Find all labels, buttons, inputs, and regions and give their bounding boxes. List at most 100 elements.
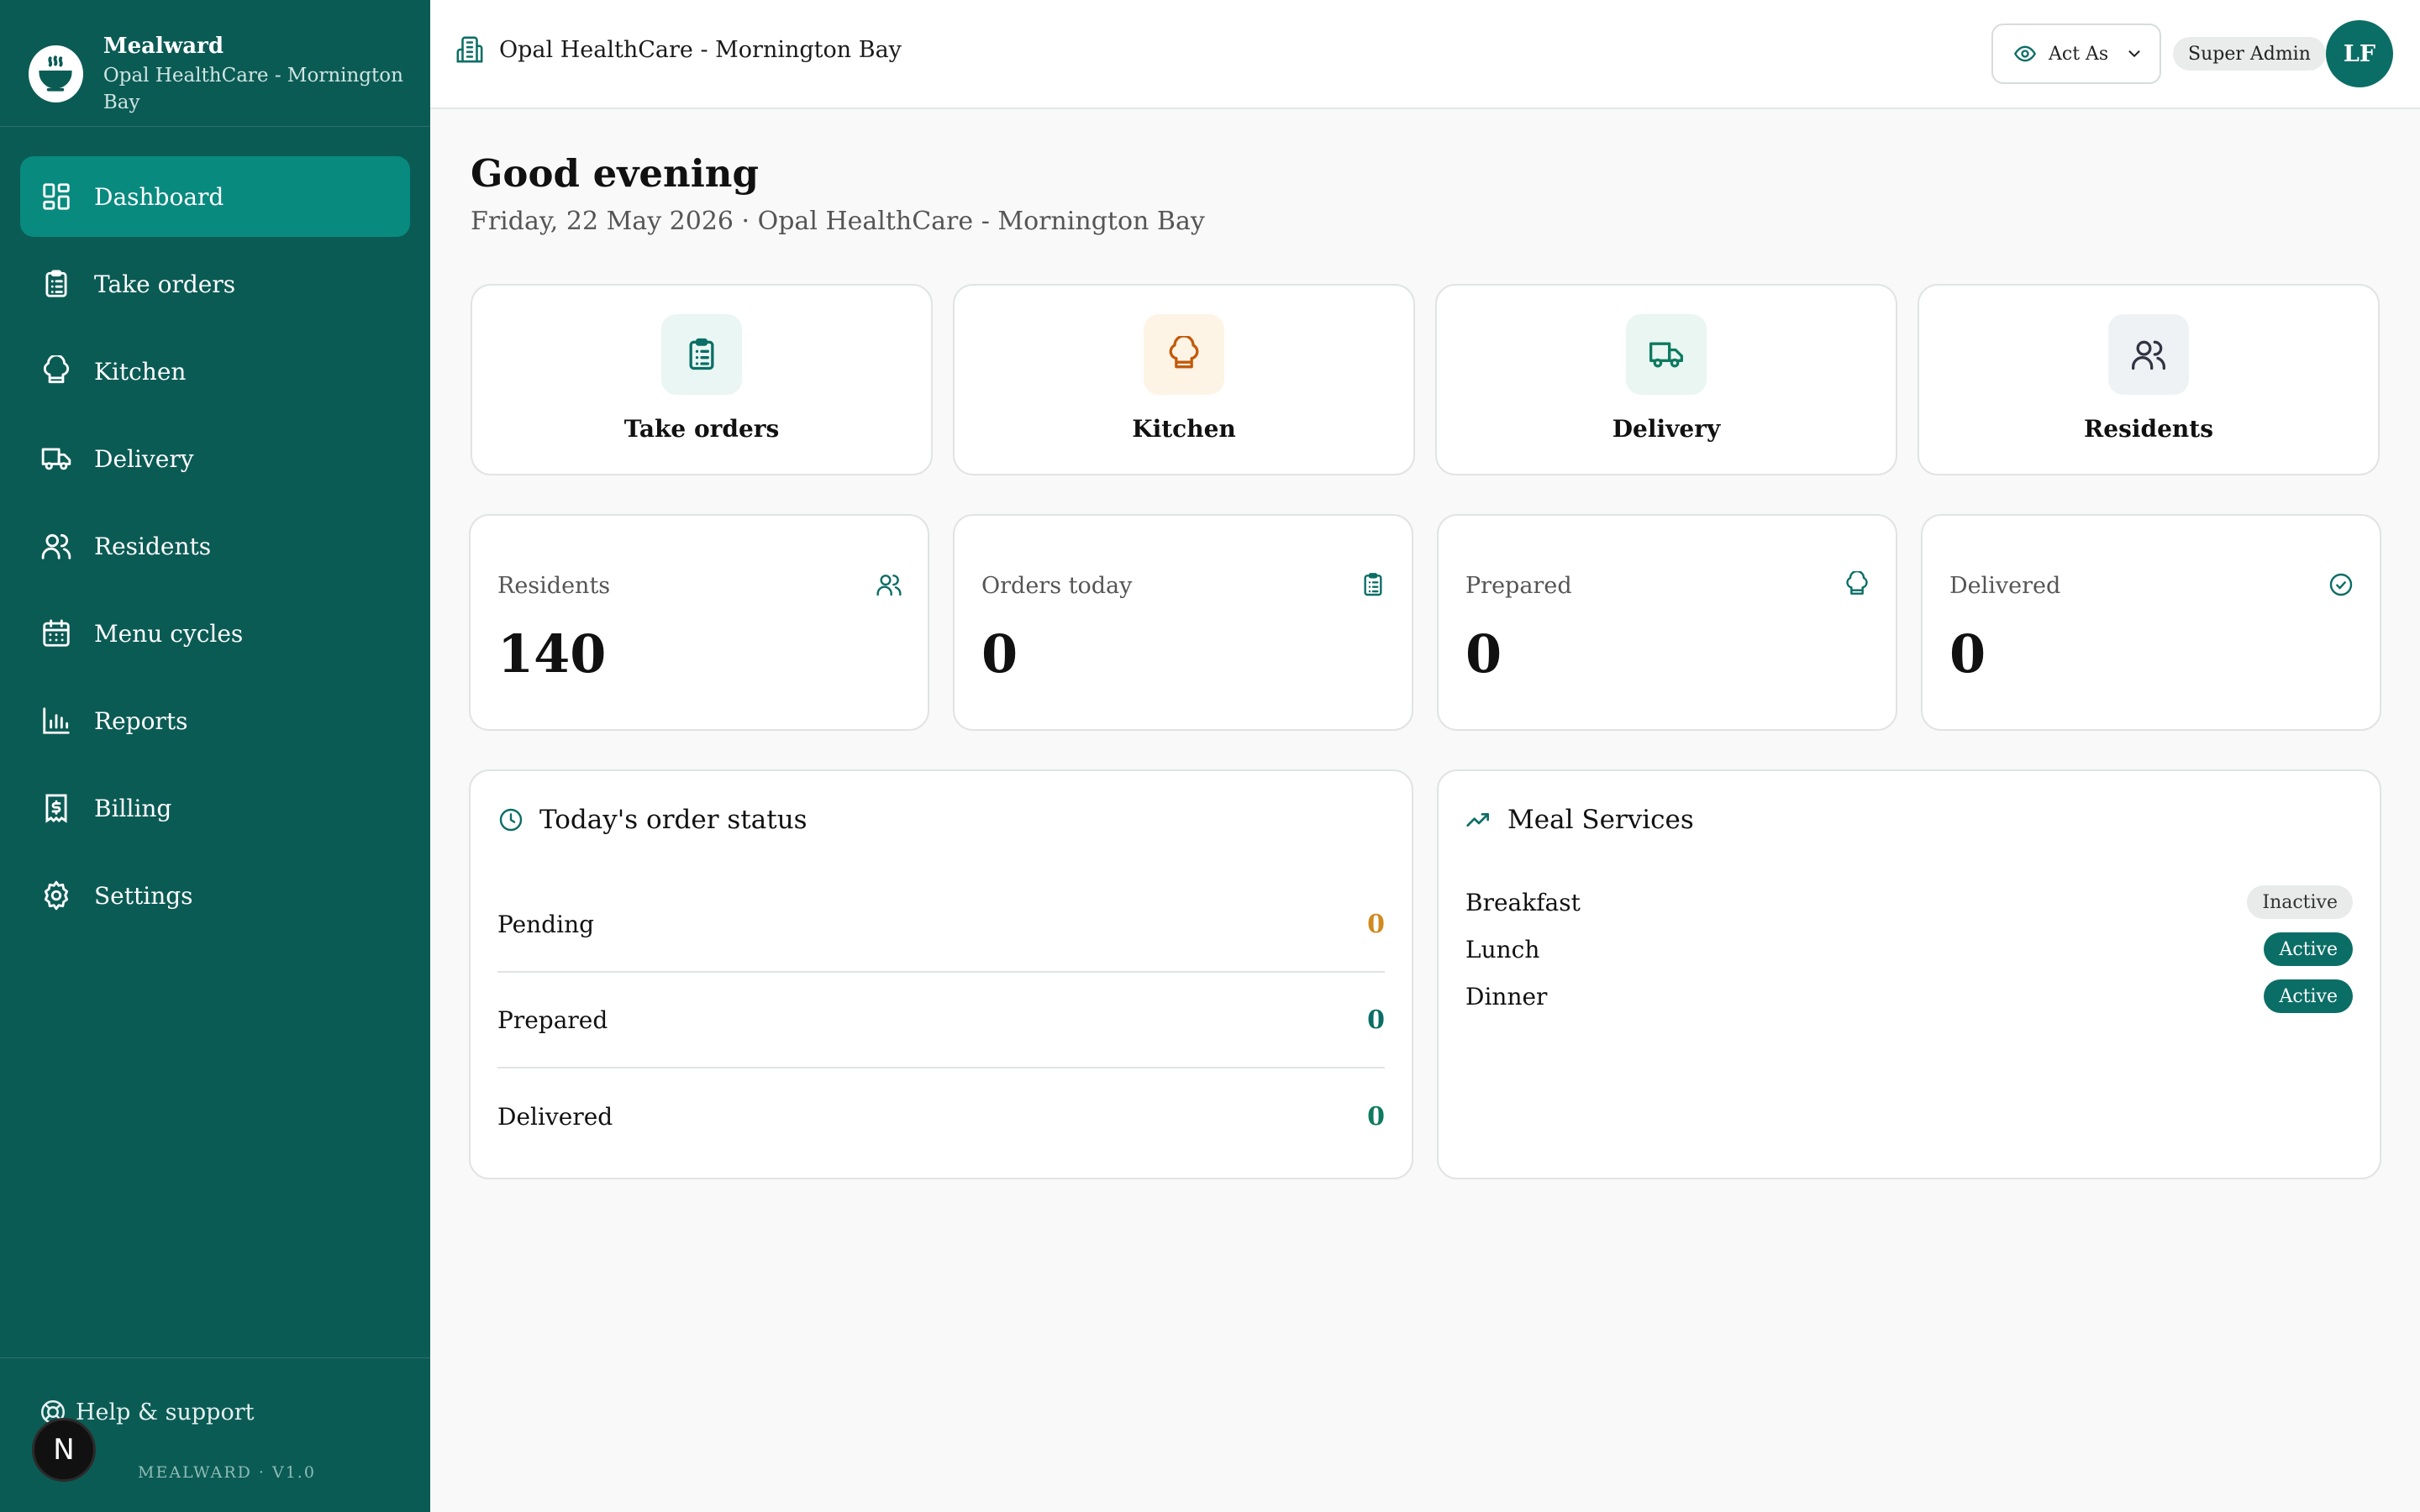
panel-title: Meal Services: [1465, 805, 1694, 835]
stat-label: Delivered: [1949, 573, 2061, 599]
sidebar-item-take-orders[interactable]: Take orders: [20, 244, 410, 324]
sidebar-item-settings[interactable]: Settings: [20, 855, 410, 936]
status-value: 0: [1367, 1005, 1385, 1035]
service-label: Dinner: [1465, 982, 1548, 1011]
org-name: Opal HealthCare - Mornington Bay: [499, 36, 902, 63]
chef-hat-icon: [1846, 571, 1868, 595]
status-value: 0: [1367, 1101, 1385, 1131]
app-version: MEALWARD · V1.0: [138, 1463, 316, 1482]
quick-action-kitchen[interactable]: Kitchen: [953, 284, 1415, 475]
users-icon: [876, 575, 902, 596]
service-row-lunch: Lunch Active: [1465, 926, 2353, 973]
status-label: Delivered: [497, 1102, 613, 1131]
clipboard-icon: [1364, 573, 1382, 596]
status-badge: Inactive: [2247, 885, 2353, 919]
order-status-panel: Today's order status Pending 0 Prepared …: [469, 769, 1413, 1179]
trending-up-icon: [1466, 813, 1489, 827]
check-circle-icon: [2329, 573, 2353, 596]
role-badge: Super Admin: [2173, 37, 2326, 71]
truck-icon: [1626, 314, 1707, 395]
status-row-prepared: Prepared 0: [497, 973, 1385, 1068]
org-breadcrumb: Opal HealthCare - Mornington Bay: [455, 35, 902, 64]
sidebar-item-label: Delivery: [94, 444, 194, 473]
stat-label: Prepared: [1465, 573, 1572, 599]
brand-name: Mealward: [103, 34, 224, 59]
sidebar-item-billing[interactable]: Billing: [20, 768, 410, 848]
help-label: Help & support: [76, 1399, 255, 1425]
panel-title: Today's order status: [497, 805, 808, 835]
page-subtitle: Friday, 22 May 2026 · Opal HealthCare - …: [471, 207, 1205, 236]
stat-card-prepared: Prepared 0: [1437, 514, 1897, 731]
sidebar-item-label: Settings: [94, 881, 193, 910]
panel-title-text: Meal Services: [1507, 805, 1694, 835]
service-label: Breakfast: [1465, 888, 1581, 916]
stat-label: Orders today: [981, 573, 1133, 599]
chef-hat-icon: [43, 355, 70, 384]
avatar[interactable]: LF: [2326, 20, 2393, 87]
service-label: Lunch: [1465, 935, 1540, 963]
quick-action-delivery[interactable]: Delivery: [1435, 284, 1897, 475]
stat-label: Residents: [497, 573, 611, 599]
users-icon: [2108, 314, 2189, 395]
sidebar-item-reports[interactable]: Reports: [20, 680, 410, 761]
stat-value: 0: [1949, 623, 1986, 685]
quick-action-label: Delivery: [1612, 415, 1721, 443]
sidebar-item-label: Kitchen: [94, 357, 187, 386]
service-row-breakfast: Breakfast Inactive: [1465, 879, 2353, 926]
stat-value: 0: [1465, 623, 1502, 685]
top-bar: Opal HealthCare - Mornington Bay Act As …: [430, 0, 2420, 109]
sidebar-item-label: Take orders: [94, 270, 236, 298]
status-label: Pending: [497, 910, 595, 938]
stat-card-residents: Residents 140: [469, 514, 929, 731]
stat-card-delivered: Delivered 0: [1921, 514, 2381, 731]
clipboard-icon: [45, 270, 67, 297]
calendar-icon: [43, 619, 70, 647]
sidebar-item-label: Reports: [94, 706, 188, 735]
sidebar-item-label: Dashboard: [94, 182, 224, 211]
sidebar-item-label: Residents: [94, 532, 212, 560]
dev-tools-badge[interactable]: N: [32, 1418, 96, 1482]
status-row-pending: Pending 0: [497, 877, 1385, 973]
truck-icon: [41, 448, 71, 470]
clock-icon: [499, 808, 523, 832]
act-as-label: Act As: [2049, 43, 2109, 65]
page-title: Good evening: [471, 151, 759, 196]
status-badge: Active: [2264, 932, 2353, 966]
stat-value: 0: [981, 623, 1018, 685]
sidebar: Mealward Opal HealthCare - Mornington Ba…: [0, 0, 430, 1512]
sidebar-item-residents[interactable]: Residents: [20, 506, 410, 586]
chef-hat-icon: [1144, 314, 1224, 395]
act-as-dropdown[interactable]: Act As: [1991, 24, 2161, 84]
status-row-delivered: Delivered 0: [497, 1068, 1385, 1164]
sidebar-item-menu-cycles[interactable]: Menu cycles: [20, 593, 410, 674]
quick-action-label: Kitchen: [1132, 415, 1236, 443]
sidebar-item-kitchen[interactable]: Kitchen: [20, 331, 410, 412]
sidebar-item-delivery[interactable]: Delivery: [20, 418, 410, 499]
chevron-down-icon: [2128, 50, 2140, 58]
gear-icon: [44, 880, 69, 911]
quick-action-label: Residents: [2084, 415, 2213, 443]
status-label: Prepared: [497, 1005, 608, 1034]
sidebar-item-label: Menu cycles: [94, 619, 244, 648]
stat-value: 140: [497, 623, 607, 685]
stat-card-orders-today: Orders today 0: [953, 514, 1413, 731]
brand-subtitle: Opal HealthCare - Mornington Bay: [103, 65, 403, 113]
sidebar-item-dashboard[interactable]: Dashboard: [20, 156, 410, 237]
quick-action-take-orders[interactable]: Take orders: [471, 284, 933, 475]
eye-icon: [2014, 45, 2036, 62]
status-badge: Active: [2264, 979, 2353, 1013]
receipt-icon: [45, 794, 67, 823]
quick-action-label: Take orders: [623, 415, 780, 443]
status-value: 0: [1367, 909, 1385, 939]
dashboard-icon: [43, 183, 70, 210]
sidebar-nav: Dashboard Take orders Kitchen Delivery R…: [20, 156, 410, 942]
quick-action-residents[interactable]: Residents: [1918, 284, 2380, 475]
brand[interactable]: Mealward Opal HealthCare - Mornington Ba…: [29, 32, 430, 116]
building-icon: [456, 36, 483, 63]
panel-title-text: Today's order status: [539, 805, 808, 835]
divider: [0, 126, 430, 127]
meal-services-panel: Meal Services Breakfast Inactive Lunch A…: [1437, 769, 2381, 1179]
bowl-logo-icon: [29, 45, 83, 102]
bar-chart-icon: [43, 707, 70, 734]
users-icon: [41, 533, 71, 559]
